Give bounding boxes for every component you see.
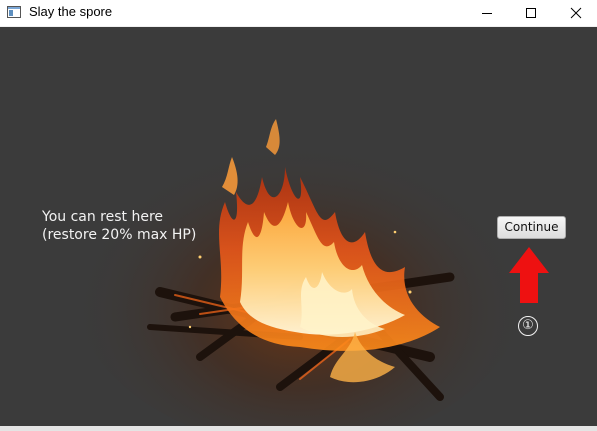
maximize-button[interactable] [508, 0, 554, 26]
minimize-button[interactable] [464, 0, 510, 26]
window-bottom-edge [0, 426, 597, 431]
close-icon [570, 7, 582, 19]
rest-message: You can rest here (restore 20% max HP) [42, 208, 196, 244]
red-up-arrow-icon [509, 247, 549, 303]
app-window-icon [7, 6, 21, 18]
campfire-scene: You can rest here (restore 20% max HP) C… [0, 27, 597, 426]
rest-message-line1: You can rest here [42, 209, 164, 225]
title-bar[interactable]: Slay the spore [0, 0, 597, 27]
close-button[interactable] [553, 0, 597, 26]
window-title: Slay the spore [29, 4, 113, 19]
maximize-icon [526, 8, 536, 18]
rest-message-line2: (restore 20% max HP) [42, 227, 197, 243]
step-number-badge: ① [518, 316, 538, 336]
app-window: Slay the spore You can rest here (restor… [0, 0, 597, 431]
continue-button[interactable]: Continue [497, 216, 566, 239]
minimize-icon [482, 13, 492, 14]
